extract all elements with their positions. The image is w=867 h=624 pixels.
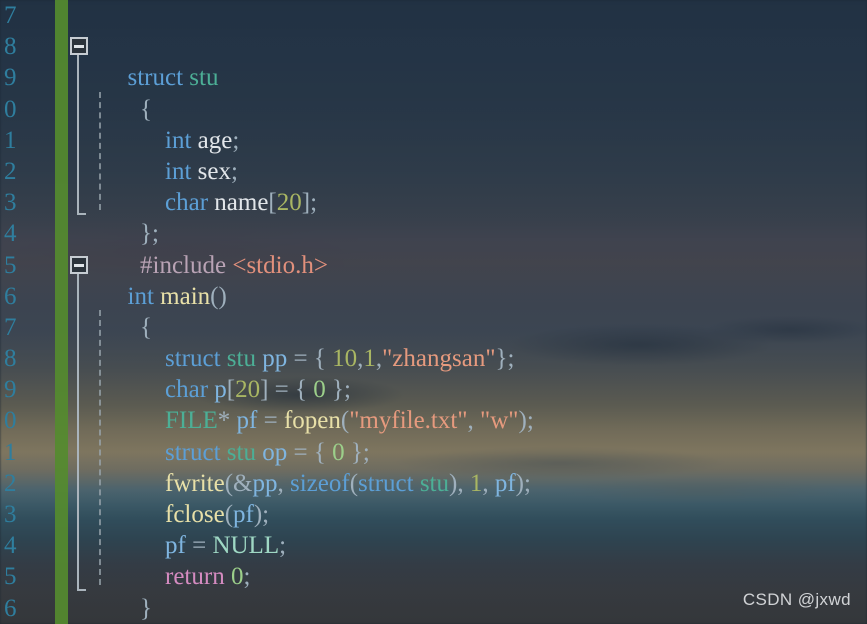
line-number: 9 xyxy=(4,64,17,92)
line-number: 8 xyxy=(4,345,17,373)
line-number: 2 xyxy=(4,157,17,185)
line-number: 6 xyxy=(4,594,17,622)
code-line[interactable]: FILE* pf = fopen("myfile.txt", "w"); xyxy=(68,374,867,434)
line-number-gutter[interactable]: 7 8 9 0 1 2 3 4 5 6 7 8 9 0 1 2 3 4 5 6 xyxy=(0,0,55,624)
line-number: 9 xyxy=(4,376,17,404)
code-line[interactable]: } xyxy=(68,561,867,622)
code-line[interactable]: #include <stdio.h> xyxy=(68,218,867,279)
code-line[interactable]: int age; xyxy=(68,94,867,154)
line-number: 7 xyxy=(4,313,17,341)
code-line[interactable]: char p[20] = { 0 }; xyxy=(68,343,867,403)
line-number: 4 xyxy=(4,532,17,560)
line-number: 0 xyxy=(4,407,17,435)
line-number: 7 xyxy=(4,2,17,29)
line-number: 0 xyxy=(4,95,17,123)
line-number: 1 xyxy=(4,438,17,466)
code-editor-window: 7 8 9 0 1 2 3 4 5 6 7 8 9 0 1 2 3 4 5 6 xyxy=(0,0,867,624)
code-line[interactable]: pf = NULL; xyxy=(68,499,867,559)
line-number: 4 xyxy=(4,220,17,248)
line-number: 8 xyxy=(4,33,17,61)
line-number: 5 xyxy=(4,563,17,591)
code-line[interactable]: int main() xyxy=(68,250,867,310)
code-line[interactable]: }; xyxy=(68,187,867,247)
code-line[interactable]: int sex; xyxy=(68,125,867,185)
code-line[interactable]: struct stu xyxy=(68,31,867,91)
line-number: 6 xyxy=(4,282,17,310)
line-number: 3 xyxy=(4,189,17,217)
code-line[interactable]: fwrite(&pp, sizeof(struct stu), 1, pf); xyxy=(68,437,867,497)
code-line[interactable]: { xyxy=(68,62,867,123)
modified-lines-change-bar xyxy=(55,0,68,624)
line-number: 1 xyxy=(4,126,17,154)
line-number: 5 xyxy=(4,251,17,279)
code-line[interactable]: struct stu op = { 0 }; xyxy=(68,405,867,466)
code-line[interactable] xyxy=(68,0,867,31)
fold-toggle-minus-icon[interactable] xyxy=(70,37,88,56)
code-line[interactable]: return 0; xyxy=(68,530,867,590)
line-number: 2 xyxy=(4,469,17,497)
code-line[interactable]: { xyxy=(68,281,867,341)
csdn-watermark: CSDN @jxwd xyxy=(742,590,851,609)
line-number-list: 7 8 9 0 1 2 3 4 5 6 7 8 9 0 1 2 3 4 5 6 xyxy=(0,0,55,624)
code-line[interactable]: char name[20]; xyxy=(68,156,867,216)
code-line[interactable]: struct stu pp = { 10,1,"zhangsan"}; xyxy=(68,312,867,372)
code-text-area[interactable]: struct stu { int age; int sex; char name… xyxy=(68,0,867,624)
code-line[interactable]: fclose(pf); xyxy=(68,468,867,528)
fold-toggle-minus-icon[interactable] xyxy=(70,255,88,274)
line-number: 3 xyxy=(4,501,17,528)
